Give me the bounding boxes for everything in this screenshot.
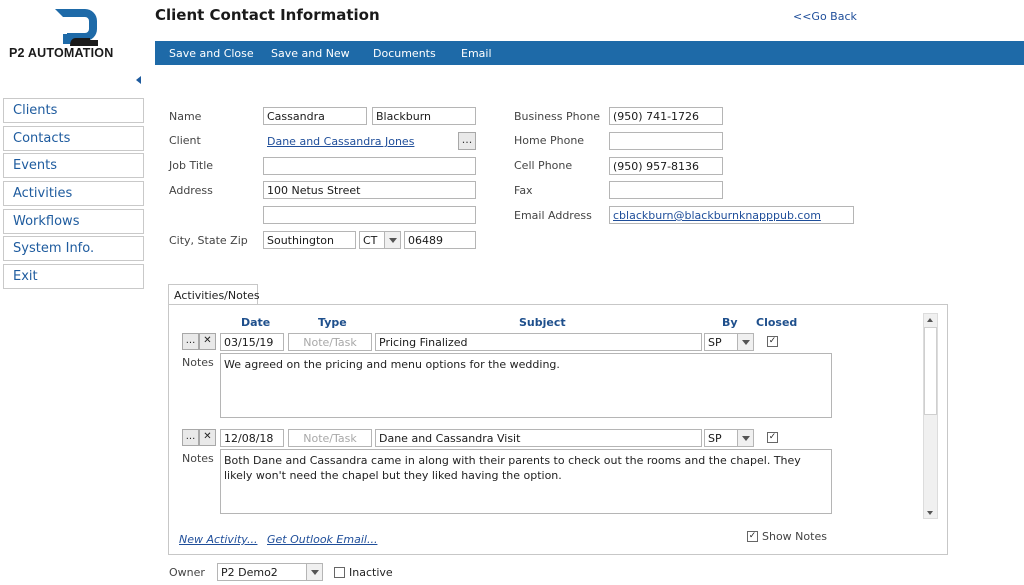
owner-select[interactable]: P2 Demo2 [217, 563, 307, 581]
inactive-label: Inactive [349, 566, 393, 579]
page-title: Client Contact Information [155, 6, 380, 24]
column-header-subject: Subject [519, 316, 566, 329]
home-phone-label: Home Phone [514, 134, 585, 147]
toolbar: Save and Close Save and New Documents Em… [155, 41, 1024, 65]
address-label: Address [169, 184, 213, 197]
email-button[interactable]: Email [461, 47, 492, 60]
email-label: Email Address [514, 209, 592, 222]
activity-by-select[interactable]: SP [704, 429, 738, 447]
notes-label: Notes [182, 356, 214, 369]
client-link[interactable]: Dane and Cassandra Jones [263, 132, 453, 150]
column-header-closed: Closed [756, 316, 798, 329]
activity-closed-checkbox[interactable]: ✓ [767, 336, 778, 347]
sidebar-item-events[interactable]: Events [3, 153, 144, 178]
sidebar-item-exit[interactable]: Exit [3, 264, 144, 289]
sidebar-item-system-info[interactable]: System Info. [3, 236, 144, 261]
scroll-down-icon[interactable] [927, 511, 933, 515]
activity-subject-input[interactable]: Dane and Cassandra Visit [375, 429, 702, 447]
city-state-zip-label: City, State Zip [169, 234, 248, 247]
activity-notes-textarea[interactable]: Both Dane and Cassandra came in along wi… [220, 449, 832, 514]
activity-delete-icon[interactable]: ✕ [199, 429, 216, 446]
activity-edit-button[interactable]: ... [182, 429, 199, 446]
client-label: Client [169, 134, 201, 147]
email-input[interactable]: cblackburn@blackburnknapppub.com [609, 206, 854, 224]
activity-by-select[interactable]: SP [704, 333, 738, 351]
activity-edit-button[interactable]: ... [182, 333, 199, 350]
last-name-input[interactable]: Blackburn [372, 107, 476, 125]
go-back-link[interactable]: <<Go Back [793, 10, 857, 23]
activity-by-dropdown-icon[interactable] [737, 333, 754, 351]
documents-button[interactable]: Documents [373, 47, 436, 60]
state-dropdown-icon[interactable] [384, 231, 401, 249]
inactive-checkbox[interactable] [334, 567, 345, 578]
scrollbar-thumb[interactable] [924, 327, 937, 415]
sidebar-item-contacts[interactable]: Contacts [3, 126, 144, 151]
fax-input[interactable] [609, 181, 723, 199]
activity-date-input[interactable]: 12/08/18 [220, 429, 284, 447]
activity-delete-icon[interactable]: ✕ [199, 333, 216, 350]
name-label: Name [169, 110, 202, 123]
city-input[interactable]: Southington [263, 231, 356, 249]
notes-label: Notes [182, 452, 214, 465]
save-and-new-button[interactable]: Save and New [271, 47, 350, 60]
activity-subject-input[interactable]: Pricing Finalized [375, 333, 702, 351]
column-header-by: By [722, 316, 738, 329]
activity-by-dropdown-icon[interactable] [737, 429, 754, 447]
job-title-input[interactable] [263, 157, 476, 175]
get-outlook-email-link[interactable]: Get Outlook Email... [267, 533, 377, 546]
save-and-close-button[interactable]: Save and Close [169, 47, 254, 60]
new-activity-link[interactable]: New Activity... [179, 533, 257, 546]
activity-date-input[interactable]: 03/15/19 [220, 333, 284, 351]
client-lookup-button[interactable]: ... [458, 132, 476, 150]
business-phone-input[interactable]: (950) 741-1726 [609, 107, 723, 125]
brand-name: P2 AUTOMATION [9, 46, 114, 60]
sidebar-item-activities[interactable]: Activities [3, 181, 144, 206]
scroll-up-icon[interactable] [927, 318, 933, 322]
sidebar-item-workflows[interactable]: Workflows [3, 209, 144, 234]
show-notes-checkbox[interactable]: ✓ [747, 531, 758, 542]
cell-phone-label: Cell Phone [514, 159, 573, 172]
first-name-input[interactable]: Cassandra [263, 107, 367, 125]
owner-dropdown-icon[interactable] [306, 563, 323, 581]
cell-phone-input[interactable]: (950) 957-8136 [609, 157, 723, 175]
owner-label: Owner [169, 566, 205, 579]
fax-label: Fax [514, 184, 533, 197]
activity-closed-checkbox[interactable]: ✓ [767, 432, 778, 443]
activity-type-input[interactable]: Note/Task [288, 333, 372, 351]
address-line1-input[interactable]: 100 Netus Street [263, 181, 476, 199]
collapse-sidebar-icon[interactable] [136, 76, 141, 84]
job-title-label: Job Title [169, 159, 214, 172]
activity-type-input[interactable]: Note/Task [288, 429, 372, 447]
address-line2-input[interactable] [263, 206, 476, 224]
show-notes-label: Show Notes [762, 530, 827, 543]
column-header-type: Type [318, 316, 347, 329]
activity-notes-textarea[interactable]: We agreed on the pricing and menu option… [220, 353, 832, 418]
column-header-date: Date [241, 316, 271, 329]
sidebar-item-clients[interactable]: Clients [3, 98, 144, 123]
zip-input[interactable]: 06489 [404, 231, 476, 249]
business-phone-label: Business Phone [514, 110, 601, 123]
state-select[interactable]: CT [359, 231, 385, 249]
home-phone-input[interactable] [609, 132, 723, 150]
tab-activities-notes[interactable]: Activities/Notes [168, 284, 260, 305]
